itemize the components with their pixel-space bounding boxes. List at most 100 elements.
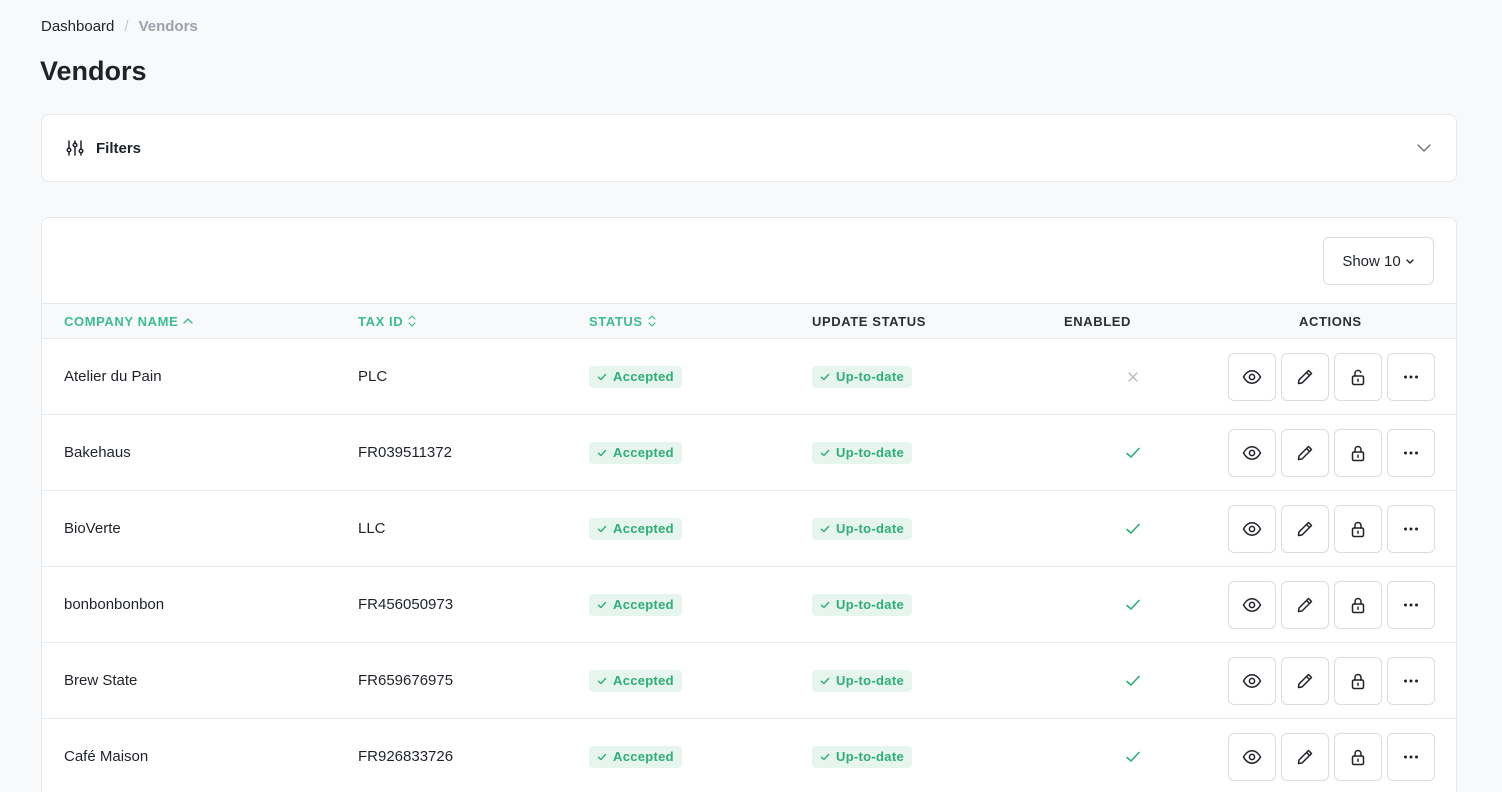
check-icon bbox=[597, 373, 607, 380]
view-button[interactable] bbox=[1228, 656, 1276, 705]
more-button[interactable] bbox=[1387, 504, 1435, 553]
more-horizontal-icon bbox=[1404, 527, 1418, 530]
edit-button[interactable] bbox=[1281, 352, 1329, 401]
update-status-badge: Up-to-date bbox=[812, 669, 912, 692]
pencil-icon bbox=[1297, 673, 1313, 688]
more-button[interactable] bbox=[1387, 732, 1435, 781]
update-status-cell: Up-to-date bbox=[812, 339, 912, 414]
column-header-label: STATUS bbox=[589, 313, 643, 329]
view-button[interactable] bbox=[1228, 352, 1276, 401]
company-name-cell[interactable]: BioVerte bbox=[64, 491, 121, 566]
more-horizontal-icon bbox=[1404, 679, 1418, 682]
update-status-badge: Up-to-date bbox=[812, 365, 912, 388]
pencil-icon bbox=[1297, 369, 1313, 384]
check-icon bbox=[597, 601, 607, 608]
column-header-label: UPDATE STATUS bbox=[812, 313, 926, 329]
view-button[interactable] bbox=[1228, 580, 1276, 629]
column-header-label: ACTIONS bbox=[1299, 313, 1362, 329]
edit-button[interactable] bbox=[1281, 428, 1329, 477]
tax-id-cell: LLC bbox=[358, 520, 386, 537]
pencil-icon bbox=[1297, 445, 1313, 460]
actions-cell bbox=[1228, 643, 1435, 718]
more-button[interactable] bbox=[1387, 580, 1435, 629]
company-name-cell[interactable]: bonbonbonbon bbox=[64, 567, 164, 642]
check-icon bbox=[597, 449, 607, 456]
breadcrumb-dashboard-link[interactable]: Dashboard bbox=[41, 18, 114, 35]
unlock-button[interactable] bbox=[1334, 352, 1382, 401]
update-status-badge: Up-to-date bbox=[812, 593, 912, 616]
table-row: Brew State FR659676975 Accepted Up-to-da… bbox=[42, 643, 1456, 719]
check-icon bbox=[597, 753, 607, 760]
company-name-cell[interactable]: Bakehaus bbox=[64, 415, 131, 490]
breadcrumb-separator: / bbox=[124, 18, 129, 35]
pencil-icon bbox=[1297, 597, 1313, 612]
page-size-label: Show 10 bbox=[1342, 252, 1401, 270]
edit-button[interactable] bbox=[1281, 656, 1329, 705]
lock-icon bbox=[1351, 597, 1365, 613]
table-toolbar: Show 10 bbox=[42, 218, 1456, 303]
enabled-cell bbox=[1125, 415, 1141, 490]
status-cell: Accepted bbox=[589, 567, 682, 642]
lock-button[interactable] bbox=[1334, 580, 1382, 629]
lock-icon bbox=[1351, 749, 1365, 765]
pencil-icon bbox=[1297, 521, 1313, 536]
check-icon bbox=[597, 677, 607, 684]
more-button[interactable] bbox=[1387, 656, 1435, 705]
vendors-table-card: Show 10 COMPANY NAME TAX ID STATUS UPDAT… bbox=[41, 217, 1457, 792]
unlock-icon bbox=[1351, 369, 1365, 385]
more-horizontal-icon bbox=[1404, 603, 1418, 606]
status-badge-label: Accepted bbox=[613, 749, 674, 764]
lock-icon bbox=[1351, 521, 1365, 537]
more-horizontal-icon bbox=[1404, 375, 1418, 378]
page-size-select[interactable]: Show 10 bbox=[1323, 237, 1434, 285]
page-title: Vendors bbox=[40, 56, 147, 86]
update-status-badge-label: Up-to-date bbox=[836, 597, 904, 612]
eye-icon bbox=[1242, 597, 1262, 612]
lock-button[interactable] bbox=[1334, 504, 1382, 553]
enabled-check-icon bbox=[1126, 599, 1140, 610]
eye-icon bbox=[1242, 749, 1262, 764]
column-header-update-status: UPDATE STATUS bbox=[812, 304, 926, 338]
table-header: COMPANY NAME TAX ID STATUS UPDATE STATUS… bbox=[42, 303, 1456, 339]
status-badge: Accepted bbox=[589, 517, 682, 540]
column-header-status[interactable]: STATUS bbox=[589, 304, 657, 338]
check-icon bbox=[820, 753, 830, 760]
enabled-check-icon bbox=[1126, 523, 1140, 534]
eye-icon bbox=[1242, 521, 1262, 536]
check-icon bbox=[820, 373, 830, 380]
lock-button[interactable] bbox=[1334, 732, 1382, 781]
status-cell: Accepted bbox=[589, 643, 682, 718]
lock-button[interactable] bbox=[1334, 428, 1382, 477]
table-row: bonbonbonbon FR456050973 Accepted Up-to-… bbox=[42, 567, 1456, 643]
view-button[interactable] bbox=[1228, 732, 1276, 781]
update-status-badge: Up-to-date bbox=[812, 745, 912, 768]
update-status-badge-label: Up-to-date bbox=[836, 749, 904, 764]
table-body: Atelier du Pain PLC Accepted Up-to-date bbox=[42, 339, 1456, 792]
column-header-tax-id[interactable]: TAX ID bbox=[358, 304, 417, 338]
enabled-check-icon bbox=[1126, 751, 1140, 762]
view-button[interactable] bbox=[1228, 504, 1276, 553]
more-button[interactable] bbox=[1387, 428, 1435, 477]
column-header-label: TAX ID bbox=[358, 313, 404, 329]
edit-button[interactable] bbox=[1281, 504, 1329, 553]
column-header-label: COMPANY NAME bbox=[64, 313, 179, 329]
company-name-cell[interactable]: Café Maison bbox=[64, 719, 148, 792]
eye-icon bbox=[1242, 673, 1262, 688]
edit-button[interactable] bbox=[1281, 580, 1329, 629]
status-badge: Accepted bbox=[589, 669, 682, 692]
filters-panel-toggle[interactable]: Filters bbox=[41, 114, 1457, 182]
edit-button[interactable] bbox=[1281, 732, 1329, 781]
company-name-cell[interactable]: Atelier du Pain bbox=[64, 339, 162, 414]
lock-button[interactable] bbox=[1334, 656, 1382, 705]
status-badge: Accepted bbox=[589, 745, 682, 768]
table-row: Bakehaus FR039511372 Accepted Up-to-date bbox=[42, 415, 1456, 491]
column-header-company-name[interactable]: COMPANY NAME bbox=[64, 304, 194, 338]
view-button[interactable] bbox=[1228, 428, 1276, 477]
company-name-cell[interactable]: Brew State bbox=[64, 643, 137, 718]
sort-icon bbox=[648, 315, 656, 327]
enabled-cell bbox=[1126, 339, 1140, 414]
more-button[interactable] bbox=[1387, 352, 1435, 401]
lock-icon bbox=[1351, 445, 1365, 461]
eye-icon bbox=[1242, 445, 1262, 460]
chevron-down-icon bbox=[1405, 253, 1415, 270]
